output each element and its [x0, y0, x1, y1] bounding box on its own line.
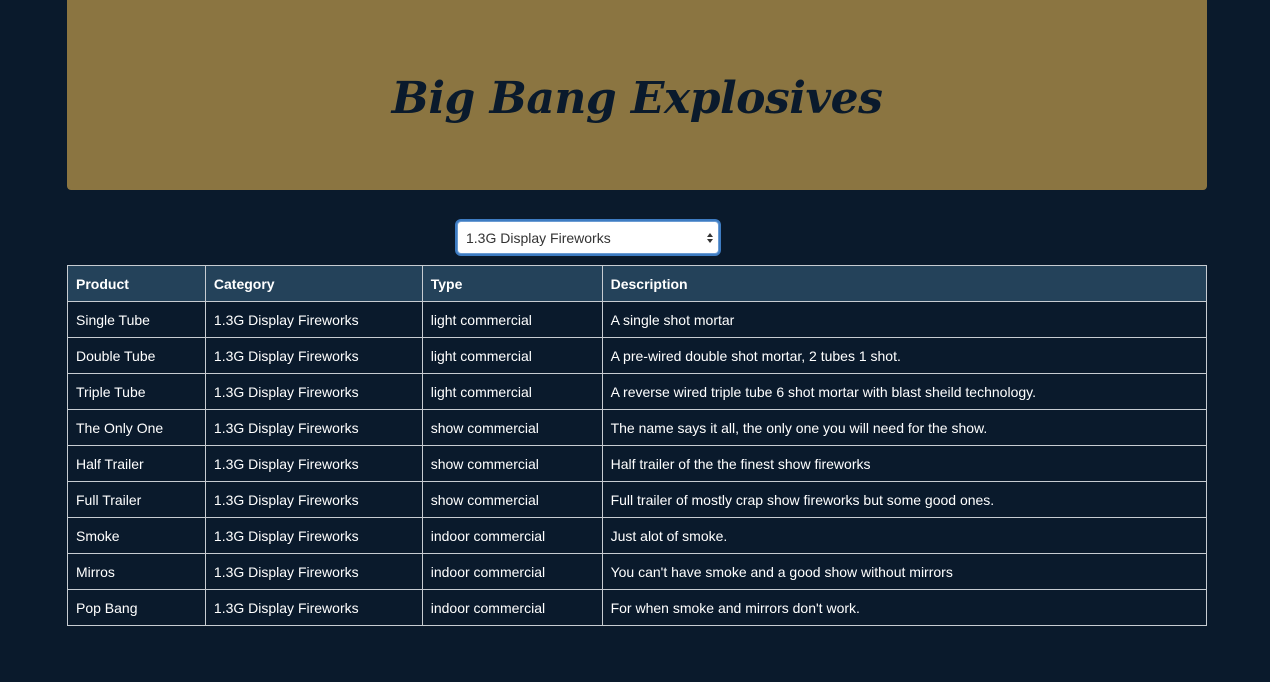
cell-product: Smoke — [67, 517, 206, 554]
products-table: Product Category Type Description Single… — [67, 265, 1208, 626]
cell-description: A single shot mortar — [601, 301, 1208, 338]
cell-category: 1.3G Display Fireworks — [204, 445, 423, 482]
table-row: Mirros 1.3G Display Fireworks indoor com… — [67, 553, 1208, 590]
cell-type: light commercial — [421, 373, 603, 410]
cell-description: Half trailer of the the finest show fire… — [601, 445, 1208, 482]
table-row: Pop Bang 1.3G Display Fireworks indoor c… — [67, 589, 1208, 626]
cell-category: 1.3G Display Fireworks — [204, 517, 423, 554]
cell-type: indoor commercial — [421, 553, 603, 590]
table-row: The Only One 1.3G Display Fireworks show… — [67, 409, 1208, 446]
cell-category: 1.3G Display Fireworks — [204, 409, 423, 446]
column-header-type: Type — [421, 265, 603, 302]
cell-description: A pre-wired double shot mortar, 2 tubes … — [601, 337, 1208, 374]
category-select-box[interactable]: 1.3G Display Fireworks — [457, 221, 719, 254]
cell-product: Double Tube — [67, 337, 206, 374]
category-select[interactable]: 1.3G Display Fireworks — [457, 221, 719, 254]
cell-type: indoor commercial — [421, 589, 603, 626]
cell-product: Full Trailer — [67, 481, 206, 518]
cell-type: light commercial — [421, 301, 603, 338]
cell-category: 1.3G Display Fireworks — [204, 301, 423, 338]
cell-type: indoor commercial — [421, 517, 603, 554]
cell-product: Pop Bang — [67, 589, 206, 626]
table-row: Smoke 1.3G Display Fireworks indoor comm… — [67, 517, 1208, 554]
table-header-row: Product Category Type Description — [67, 265, 1208, 302]
cell-product: Single Tube — [67, 301, 206, 338]
header-banner: Big Bang Explosives — [67, 0, 1207, 190]
table-row: Single Tube 1.3G Display Fireworks light… — [67, 301, 1208, 338]
site-title: Big Bang Explosives — [391, 72, 883, 124]
cell-product: The Only One — [67, 409, 206, 446]
column-header-category: Category — [204, 265, 423, 302]
cell-product: Mirros — [67, 553, 206, 590]
cell-category: 1.3G Display Fireworks — [204, 589, 423, 626]
cell-type: light commercial — [421, 337, 603, 374]
cell-description: For when smoke and mirrors don't work. — [601, 589, 1208, 626]
table-row: Half Trailer 1.3G Display Fireworks show… — [67, 445, 1208, 482]
table-row: Full Trailer 1.3G Display Fireworks show… — [67, 481, 1208, 518]
cell-description: The name says it all, the only one you w… — [601, 409, 1208, 446]
table-row: Triple Tube 1.3G Display Fireworks light… — [67, 373, 1208, 410]
cell-category: 1.3G Display Fireworks — [204, 481, 423, 518]
cell-description: Just alot of smoke. — [601, 517, 1208, 554]
cell-description: A reverse wired triple tube 6 shot morta… — [601, 373, 1208, 410]
cell-description: You can't have smoke and a good show wit… — [601, 553, 1208, 590]
cell-type: show commercial — [421, 445, 603, 482]
column-header-description: Description — [601, 265, 1208, 302]
cell-category: 1.3G Display Fireworks — [204, 337, 423, 374]
table-row: Double Tube 1.3G Display Fireworks light… — [67, 337, 1208, 374]
category-select-value: 1.3G Display Fireworks — [466, 229, 611, 246]
cell-category: 1.3G Display Fireworks — [204, 373, 423, 410]
cell-type: show commercial — [421, 409, 603, 446]
cell-product: Triple Tube — [67, 373, 206, 410]
column-header-product: Product — [67, 265, 206, 302]
cell-product: Half Trailer — [67, 445, 206, 482]
select-arrows-icon — [707, 232, 713, 243]
cell-description: Full trailer of mostly crap show firewor… — [601, 481, 1208, 518]
cell-category: 1.3G Display Fireworks — [204, 553, 423, 590]
cell-type: show commercial — [421, 481, 603, 518]
